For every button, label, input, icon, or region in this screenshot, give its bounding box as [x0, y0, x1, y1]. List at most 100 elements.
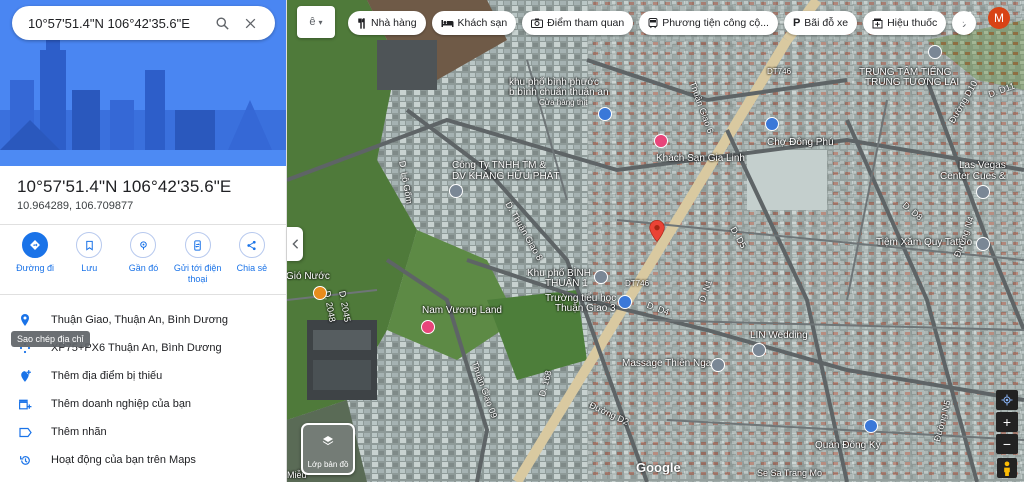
chip-label: Hiệu thuốc	[887, 17, 938, 29]
share-label: Chia sẻ	[236, 263, 268, 273]
layers-button[interactable]: Lớp bản đồ	[301, 423, 355, 475]
hotel-icon[interactable]	[654, 134, 668, 148]
chip-label: Bãi đỗ xe	[804, 17, 849, 29]
dropped-pin-icon[interactable]	[649, 219, 665, 248]
shop-icon[interactable]	[598, 107, 612, 121]
add-business-row[interactable]: Thêm doanh nghiệp của bạn	[0, 390, 286, 418]
search-input[interactable]	[28, 15, 208, 31]
place-icon[interactable]	[976, 237, 990, 251]
address-row[interactable]: Thuận Giao, Thuận An, Bình Dương	[0, 306, 286, 334]
parking-icon: P	[792, 17, 801, 29]
hotel-icon	[441, 20, 454, 27]
shopping-icon[interactable]	[421, 320, 435, 334]
send-to-phone-label: Gửi tới điện thoại	[173, 263, 222, 284]
map-label[interactable]: Chợ Đông Phú	[767, 137, 834, 148]
satellite-map[interactable]: khu phố bình phước b bình chuẩn thuận an…	[287, 0, 1024, 482]
map-label[interactable]: b bình chuẩn thuận an	[509, 87, 609, 98]
chip-label: Điểm tham quan	[547, 17, 625, 29]
transit-icon	[648, 17, 658, 28]
my-location-button[interactable]	[996, 390, 1018, 410]
pharmacy-icon	[872, 18, 883, 28]
chip-attractions[interactable]: Điểm tham quan	[522, 11, 634, 35]
map-label[interactable]: Gió Nước	[287, 271, 330, 282]
chip-hotels[interactable]: Khách sạn	[431, 11, 517, 35]
user-avatar[interactable]: M	[988, 7, 1010, 29]
my-location-icon	[1001, 394, 1013, 406]
directions-button[interactable]: Đường đi	[8, 232, 62, 290]
search-icon[interactable]	[208, 9, 236, 37]
market-icon[interactable]	[765, 117, 779, 131]
map-label[interactable]: Nam Vương Land	[422, 305, 502, 316]
send-to-phone-button[interactable]: Gửi tới điện thoại	[171, 232, 225, 290]
map-label[interactable]: TRUNG TƯƠNG LAI	[865, 77, 959, 88]
map-label[interactable]: Quán Đông Kỳ	[815, 440, 881, 451]
address-text: Thuận Giao, Thuận An, Bình Dương	[51, 314, 229, 326]
menu-icon: ê	[309, 16, 316, 28]
action-bar: Đường đi Lưu Gần đó Gửi tới điện thoại C…	[0, 232, 286, 290]
chip-transit[interactable]: Phương tiện công cộ...	[639, 11, 778, 35]
place-icon[interactable]	[752, 343, 766, 357]
zoom-in-button[interactable]: +	[996, 412, 1018, 432]
maps-activity-row[interactable]: Hoạt động của bạn trên Maps	[0, 446, 286, 474]
chip-label: Nhà hàng	[371, 17, 417, 29]
search-box[interactable]	[12, 6, 275, 40]
add-label-row[interactable]: Thêm nhãn	[0, 418, 286, 446]
place-icon[interactable]	[928, 45, 942, 59]
map-label[interactable]: Thuận Giao 3	[555, 303, 616, 314]
restaurant-icon[interactable]	[864, 419, 878, 433]
directions-icon	[22, 232, 49, 258]
school-icon[interactable]	[618, 295, 632, 309]
add-business-icon	[17, 396, 33, 412]
bookmark-icon	[76, 232, 103, 258]
map-label[interactable]: DV KHANG HỮU PHÁT	[452, 171, 559, 182]
add-label-text: Thêm nhãn	[51, 426, 107, 438]
share-button[interactable]: Chia sẻ	[225, 232, 279, 290]
chip-label: Khách sạn	[457, 17, 508, 29]
chip-parking[interactable]: P Bãi đỗ xe	[783, 11, 858, 35]
layers-label: Lớp bản đồ	[307, 460, 349, 469]
add-missing-place-row[interactable]: Thêm địa điểm bị thiếu	[0, 362, 286, 390]
plus-icon: +	[1002, 414, 1012, 430]
save-button[interactable]: Lưu	[62, 232, 116, 290]
divider	[0, 294, 286, 295]
camera-icon	[531, 18, 544, 28]
chip-pharmacy[interactable]: Hiệu thuốc	[863, 11, 947, 35]
map-label[interactable]: Công Ty TNHH TM &	[452, 160, 546, 171]
chip-label: Phương tiện công cộ...	[662, 17, 769, 29]
add-place-icon	[17, 368, 33, 384]
save-label: Lưu	[81, 263, 98, 273]
directions-label: Đường đi	[16, 263, 55, 273]
map-label[interactable]: Massage Thiên Nga 3	[622, 358, 720, 369]
zoom-out-button[interactable]: −	[996, 434, 1018, 454]
apps-grid-icon[interactable]	[958, 11, 976, 29]
chip-restaurants[interactable]: Nhà hàng	[348, 11, 426, 35]
layers-icon	[322, 434, 334, 452]
category-chips: Nhà hàng Khách sạn Điểm tham quan Phương…	[348, 11, 977, 35]
map-label[interactable]: Center Cues &	[940, 171, 1006, 182]
minus-icon: −	[1002, 436, 1012, 452]
road-label: DT746	[767, 67, 792, 76]
collapse-panel-button[interactable]	[287, 227, 303, 261]
share-icon	[238, 232, 265, 258]
menu-dropdown-button[interactable]: ê ▾	[297, 6, 335, 38]
place-title: 10°57'51.4"N 106°42'35.6"E	[17, 177, 232, 196]
google-logo: Google	[636, 460, 681, 475]
place-icon[interactable]	[449, 184, 463, 198]
map-label[interactable]: LIN Wedding	[750, 330, 808, 341]
nearby-button[interactable]: Gần đó	[116, 232, 170, 290]
map-label[interactable]: Cửa hàng thịt	[539, 98, 588, 107]
nearby-icon	[130, 232, 157, 258]
map-label[interactable]: THUẬN 1	[545, 278, 588, 289]
divider	[0, 224, 286, 225]
map-label[interactable]: Las Vegas	[959, 160, 1006, 171]
close-icon[interactable]	[236, 9, 264, 37]
restaurant-icon[interactable]	[313, 286, 327, 300]
map-label[interactable]: Khách Sạn Gia Linh	[656, 153, 745, 164]
copy-address-tooltip: Sao chép địa chỉ	[11, 331, 90, 347]
restaurant-icon	[358, 17, 365, 29]
road-label: DT746	[625, 279, 650, 288]
place-icon[interactable]	[711, 358, 725, 372]
place-icon[interactable]	[976, 185, 990, 199]
street-view-pegman-icon[interactable]	[997, 458, 1017, 478]
place-icon[interactable]	[594, 270, 608, 284]
